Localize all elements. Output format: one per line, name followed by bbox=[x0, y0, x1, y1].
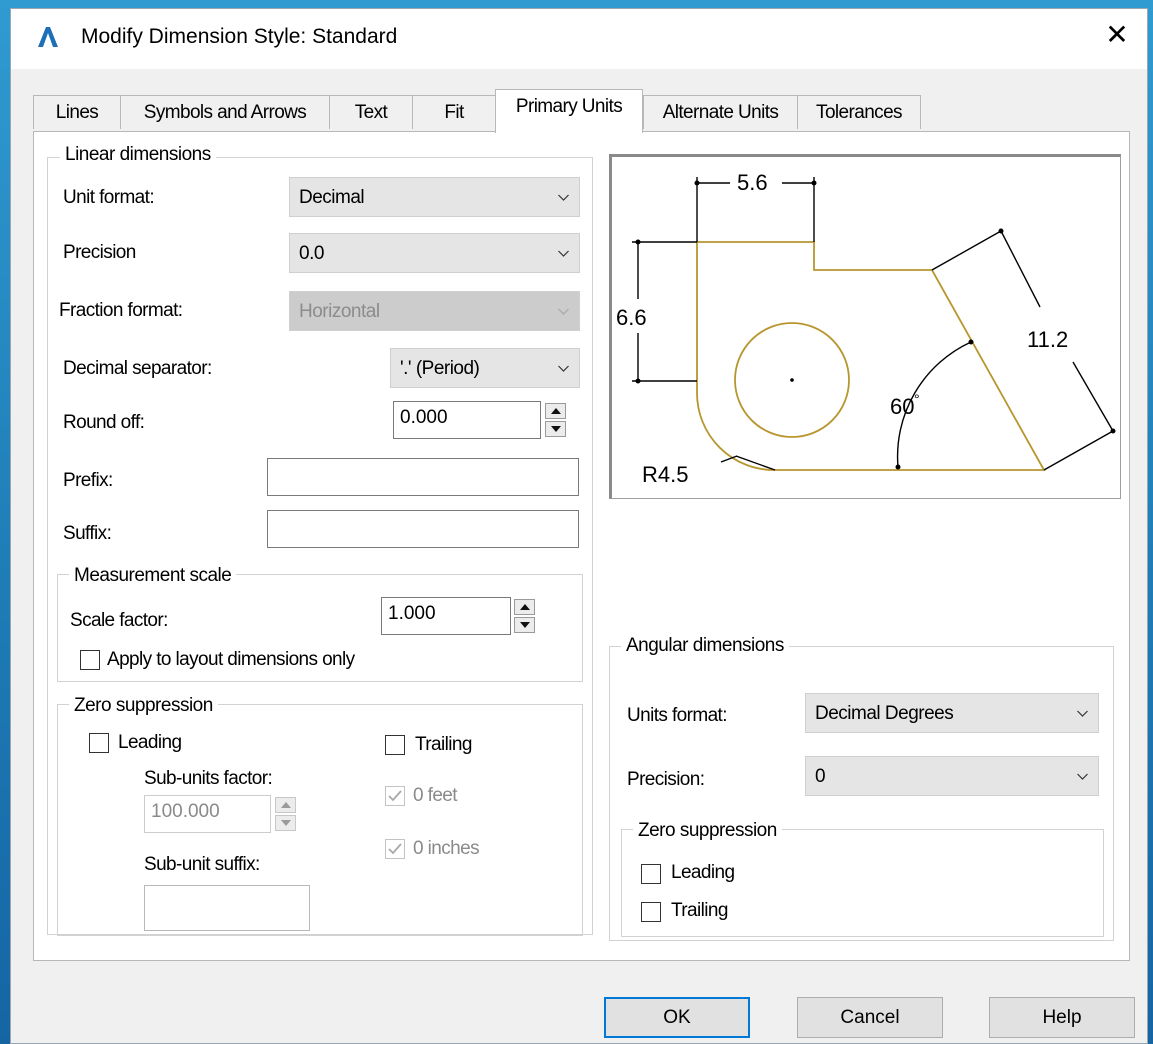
linear-leading-checkbox[interactable] bbox=[89, 733, 109, 753]
scale-factor-input[interactable]: 1.000 bbox=[381, 597, 511, 635]
sub-unit-suffix-input[interactable] bbox=[144, 885, 310, 931]
prefix-input[interactable] bbox=[267, 458, 579, 496]
chevron-down-icon bbox=[1077, 710, 1088, 717]
spin-down-icon[interactable] bbox=[275, 815, 296, 831]
tab-lines[interactable]: Lines bbox=[33, 95, 121, 129]
chevron-down-icon bbox=[558, 250, 569, 257]
zero-inches-checkbox[interactable] bbox=[385, 839, 405, 859]
angular-precision-label: Precision: bbox=[627, 769, 705, 790]
fraction-format-select[interactable]: Horizontal bbox=[289, 291, 580, 331]
spin-up-icon[interactable] bbox=[275, 797, 296, 813]
suffix-input[interactable] bbox=[267, 510, 579, 548]
tab-text[interactable]: Text bbox=[329, 95, 413, 129]
dim-top-label: 5.6 bbox=[737, 170, 768, 195]
fraction-format-label: Fraction format: bbox=[59, 300, 183, 321]
title-bar: Modify Dimension Style: Standard ✕ bbox=[11, 9, 1147, 69]
spin-down-icon[interactable] bbox=[514, 617, 535, 633]
cancel-button[interactable]: Cancel bbox=[797, 997, 943, 1038]
precision-select[interactable]: 0.0 bbox=[289, 233, 580, 273]
angular-precision-select[interactable]: 0 bbox=[805, 756, 1099, 796]
unit-format-label: Unit format: bbox=[63, 187, 155, 208]
dim-right-label: 11.2 bbox=[1027, 327, 1068, 352]
tab-fit[interactable]: Fit bbox=[412, 95, 496, 129]
linear-zero-suppression-title: Zero suppression bbox=[69, 695, 218, 717]
unit-format-select[interactable]: Decimal bbox=[289, 177, 580, 217]
apply-layout-label: Apply to layout dimensions only bbox=[107, 649, 355, 670]
chevron-down-icon bbox=[558, 308, 569, 315]
angular-leading-label: Leading bbox=[671, 862, 735, 883]
suffix-label: Suffix: bbox=[63, 523, 112, 544]
angular-units-format-select[interactable]: Decimal Degrees bbox=[805, 693, 1099, 733]
preview-geometry bbox=[696, 241, 1046, 471]
zero-feet-label: 0 feet bbox=[413, 785, 458, 806]
linear-trailing-checkbox[interactable] bbox=[385, 735, 405, 755]
dim-radius-label: R4.5 bbox=[642, 462, 688, 487]
angular-dimensions-title: Angular dimensions bbox=[621, 635, 789, 657]
tab-tolerances[interactable]: Tolerances bbox=[797, 95, 921, 129]
angular-trailing-checkbox[interactable] bbox=[641, 902, 661, 922]
spin-up-icon[interactable] bbox=[514, 599, 535, 615]
degree-symbol: ° bbox=[914, 391, 920, 407]
tab-alternate-units[interactable]: Alternate Units bbox=[643, 95, 798, 129]
apply-layout-checkbox[interactable] bbox=[80, 650, 100, 670]
chevron-down-icon bbox=[558, 194, 569, 201]
autocad-icon bbox=[38, 27, 58, 47]
round-off-input[interactable]: 0.000 bbox=[393, 401, 541, 439]
scale-factor-spinner[interactable] bbox=[514, 599, 537, 635]
round-off-label: Round off: bbox=[63, 412, 145, 433]
spin-down-icon[interactable] bbox=[545, 421, 566, 437]
precision-value: 0.0 bbox=[299, 243, 324, 264]
decimal-separator-select[interactable]: '.' (Period) bbox=[390, 348, 580, 388]
checkmark-icon bbox=[388, 790, 402, 802]
zero-inches-label: 0 inches bbox=[413, 838, 480, 859]
sub-units-factor-spinner[interactable] bbox=[275, 797, 298, 833]
checkmark-icon bbox=[388, 843, 402, 855]
measurement-scale-title: Measurement scale bbox=[69, 565, 237, 587]
linear-leading-label: Leading bbox=[118, 732, 182, 753]
prefix-label: Prefix: bbox=[63, 470, 113, 491]
chevron-down-icon bbox=[1077, 773, 1088, 780]
angular-precision-value: 0 bbox=[815, 766, 826, 787]
close-icon[interactable]: ✕ bbox=[1101, 19, 1133, 51]
sub-units-factor-label: Sub-units factor: bbox=[144, 768, 273, 789]
angular-leading-checkbox[interactable] bbox=[641, 864, 661, 884]
angular-zero-suppression-title: Zero suppression bbox=[633, 820, 782, 842]
modify-dimension-style-dialog: Modify Dimension Style: Standard ✕ Lines… bbox=[10, 8, 1148, 1044]
scale-factor-label: Scale factor: bbox=[70, 610, 168, 631]
decimal-separator-value: '.' (Period) bbox=[400, 358, 480, 379]
angular-units-format-value: Decimal Degrees bbox=[815, 703, 954, 724]
tab-primary-units[interactable]: Primary Units bbox=[495, 89, 643, 133]
decimal-separator-label: Decimal separator: bbox=[63, 358, 212, 379]
chevron-down-icon bbox=[558, 365, 569, 372]
preview-dimension-dots bbox=[635, 180, 1116, 470]
sub-units-factor-input[interactable]: 100.000 bbox=[144, 795, 271, 833]
spin-up-icon[interactable] bbox=[545, 403, 566, 419]
unit-format-value: Decimal bbox=[299, 187, 365, 208]
round-off-spinner[interactable] bbox=[545, 403, 568, 439]
dim-angle-label: 60 bbox=[890, 394, 914, 419]
linear-dimensions-title: Linear dimensions bbox=[60, 144, 216, 166]
help-button[interactable]: Help bbox=[989, 997, 1135, 1038]
fraction-format-value: Horizontal bbox=[299, 301, 380, 322]
precision-label: Precision bbox=[63, 242, 136, 263]
zero-feet-checkbox[interactable] bbox=[385, 786, 405, 806]
window-title: Modify Dimension Style: Standard bbox=[81, 25, 398, 48]
tab-symbols-and-arrows[interactable]: Symbols and Arrows bbox=[120, 95, 330, 129]
ok-button[interactable]: OK bbox=[604, 997, 750, 1038]
angular-trailing-label: Trailing bbox=[671, 900, 728, 921]
angular-units-format-label: Units format: bbox=[627, 705, 728, 726]
dimension-preview: 5.6 6.6 11.2 60 R4.5 ° bbox=[609, 154, 1121, 499]
sub-unit-suffix-label: Sub-unit suffix: bbox=[144, 854, 260, 875]
linear-trailing-label: Trailing bbox=[415, 734, 472, 755]
dim-left-label: 6.6 bbox=[616, 305, 647, 330]
